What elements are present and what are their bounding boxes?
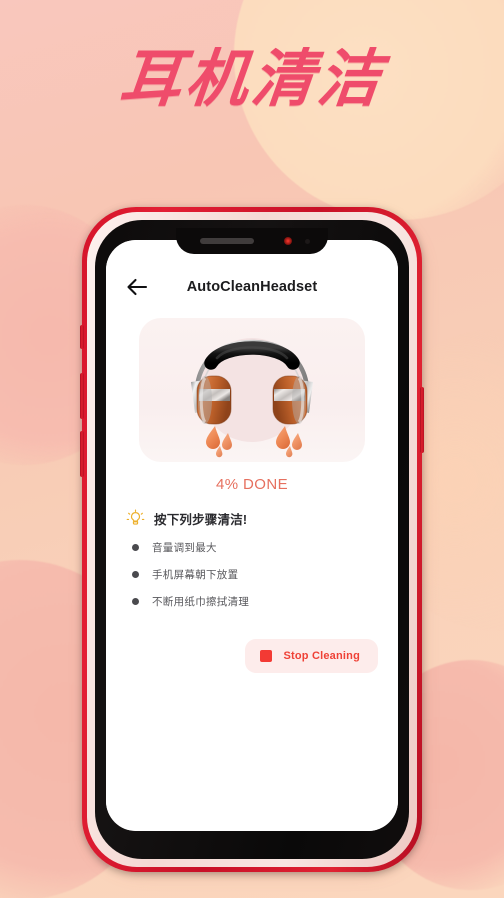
tip-heading: 按下列步骤清洁! [154,513,248,527]
arrow-left-icon [126,278,148,296]
stop-cleaning-label: Stop Cleaning [283,650,360,662]
power-button[interactable] [420,387,424,453]
step-label: 音量调到最大 [152,542,217,554]
earpiece-speaker-icon [200,238,254,244]
stop-button-row: Stop Cleaning [124,639,380,673]
phone-bevel: AutoCleanHeadset 4% DONE 按下列步骤清洁! 音量调到最大… [87,212,417,867]
stop-cleaning-button[interactable]: Stop Cleaning [245,639,378,673]
front-camera-icon [284,237,292,245]
list-item: 手机屏幕朝下放置 [132,567,380,582]
app-title: AutoCleanHeadset [186,279,318,295]
steps-list: 音量调到最大 手机屏幕朝下放置 不断用纸巾擦拭清理 [124,540,380,621]
lightbulb-icon [126,509,145,528]
step-label: 手机屏幕朝下放置 [152,569,239,581]
headphones-dripping-water-illustration [191,339,313,458]
volume-up-button[interactable] [80,373,84,419]
phone-screen: AutoCleanHeadset 4% DONE 按下列步骤清洁! 音量调到最大… [106,240,398,831]
bullet-icon [132,571,139,578]
bullet-icon [132,544,139,551]
back-button[interactable] [124,274,150,300]
progress-status: 4% DONE [216,476,288,493]
stop-square-icon [260,650,273,662]
headphones-illustration-card [139,318,365,462]
app-root: AutoCleanHeadset 4% DONE 按下列步骤清洁! 音量调到最大… [106,240,398,831]
volume-down-button[interactable] [80,431,84,477]
bullet-icon [132,598,139,605]
phone-mockup: AutoCleanHeadset 4% DONE 按下列步骤清洁! 音量调到最大… [80,207,424,872]
phone-outer-frame: AutoCleanHeadset 4% DONE 按下列步骤清洁! 音量调到最大… [80,207,424,872]
proximity-sensor-icon [305,239,310,244]
phone-body: AutoCleanHeadset 4% DONE 按下列步骤清洁! 音量调到最大… [95,220,409,859]
app-bar: AutoCleanHeadset [124,262,380,312]
list-item: 音量调到最大 [132,540,380,555]
hero-title: 耳机清洁 [116,42,388,115]
list-item: 不断用纸巾擦拭清理 [132,594,380,609]
phone-notch [176,228,328,254]
silent-switch[interactable] [80,325,84,349]
step-label: 不断用纸巾擦拭清理 [152,596,250,608]
tip-heading-row: 按下列步骤清洁! [124,509,380,528]
